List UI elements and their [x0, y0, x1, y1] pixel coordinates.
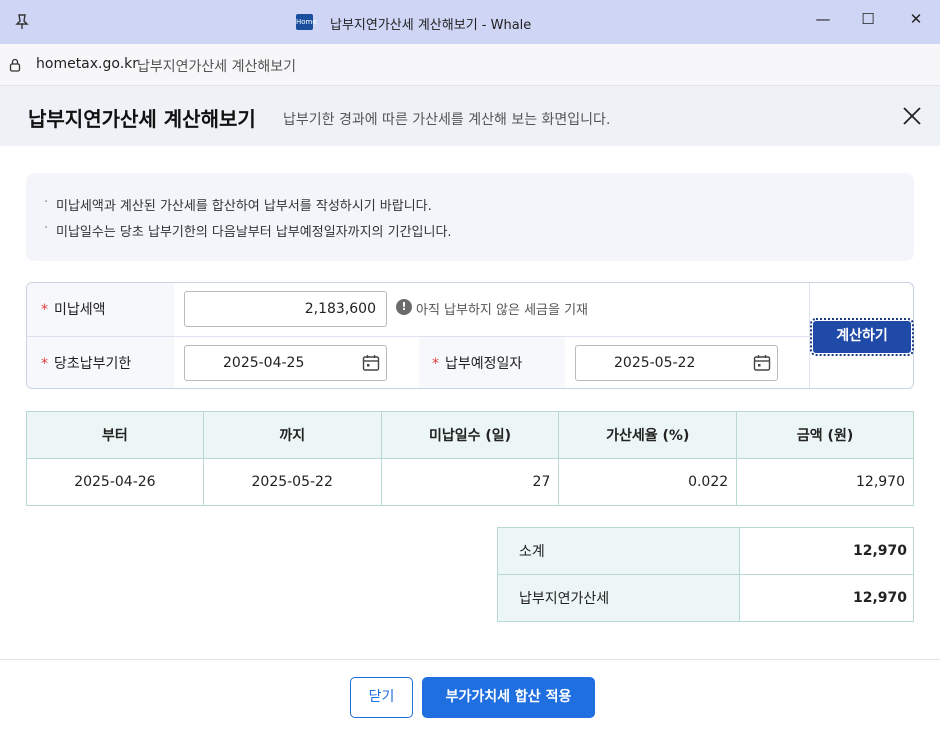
window-close-button[interactable]: ✕	[901, 8, 931, 32]
planned-payment-date-input[interactable]: 2025-05-22	[575, 345, 778, 381]
minimize-button[interactable]: —	[808, 8, 838, 32]
window-title: 납부지연가산세 계산해보기 - Whale	[330, 18, 532, 33]
summary-row: 소계 12,970	[497, 527, 914, 575]
notice-item: 미납세액과 계산된 가산세를 합산하여 납부서를 작성하시기 바랍니다.	[44, 195, 432, 214]
calendar-icon[interactable]	[753, 354, 771, 376]
table-row: 2025-04-26 2025-05-22 27 0.022 12,970	[26, 458, 914, 506]
column-header: 금액 (원)	[736, 411, 914, 459]
calendar-icon[interactable]	[362, 354, 380, 376]
column-header: 미납일수 (일)	[380, 411, 560, 459]
unpaid-tax-input[interactable]: 2,183,600	[184, 291, 387, 327]
table-header-row: 부터 까지 미납일수 (일) 가산세율 (%) 금액 (원)	[26, 411, 914, 459]
calculate-button[interactable]: 계산하기	[810, 318, 914, 356]
notice-item: 미납일수는 당초 납부기한의 다음날부터 납부예정일자까지의 기간입니다.	[44, 221, 452, 240]
maximize-button[interactable]: ☐	[853, 8, 883, 32]
apply-vat-button[interactable]: 부가가치세 합산 적용	[422, 677, 595, 718]
original-due-label: * 당초납부기한	[41, 356, 132, 372]
pin-icon[interactable]	[12, 12, 32, 32]
column-header: 까지	[202, 411, 382, 459]
original-due-date-input[interactable]: 2025-04-25	[184, 345, 387, 381]
penalty-label: 납부지연가산세	[497, 574, 740, 622]
divider	[27, 336, 809, 337]
lock-icon[interactable]	[8, 57, 22, 72]
summary-row: 납부지연가산세 12,970	[497, 574, 914, 622]
table-cell: 12,970	[736, 458, 914, 506]
unpaid-tax-help: 아직 납부하지 않은 세금을 기재	[416, 303, 589, 318]
footer-divider	[0, 659, 940, 660]
address-page-title: 납부지연가산세 계산해보기	[137, 59, 297, 75]
table-cell: 0.022	[558, 458, 738, 506]
hometax-app-icon: Home	[296, 14, 317, 30]
unpaid-tax-label: * 미납세액	[41, 302, 106, 318]
notice-box	[26, 173, 914, 261]
summary-table: 소계 12,970 납부지연가산세 12,970	[497, 527, 914, 622]
subtotal-label: 소계	[497, 527, 740, 575]
table-cell: 27	[380, 458, 560, 506]
result-table: 부터 까지 미납일수 (일) 가산세율 (%) 금액 (원) 2025-04-2…	[26, 411, 914, 506]
planned-payment-label: * 납부예정일자	[432, 356, 523, 372]
column-header: 부터	[26, 411, 204, 459]
info-icon: !	[396, 299, 412, 315]
address-host: hometax.go.kr	[36, 56, 139, 72]
close-button[interactable]: 닫기	[350, 677, 413, 718]
page-title: 납부지연가산세 계산해보기	[28, 107, 256, 131]
close-icon[interactable]	[900, 104, 924, 128]
divider	[809, 283, 810, 388]
column-header: 가산세율 (%)	[558, 411, 738, 459]
table-cell: 2025-04-26	[26, 458, 204, 506]
page-subtitle: 납부기한 경과에 따른 가산세를 계산해 보는 화면입니다.	[283, 112, 611, 128]
table-cell: 2025-05-22	[202, 458, 382, 506]
subtotal-value: 12,970	[739, 527, 914, 575]
penalty-value: 12,970	[739, 574, 914, 622]
